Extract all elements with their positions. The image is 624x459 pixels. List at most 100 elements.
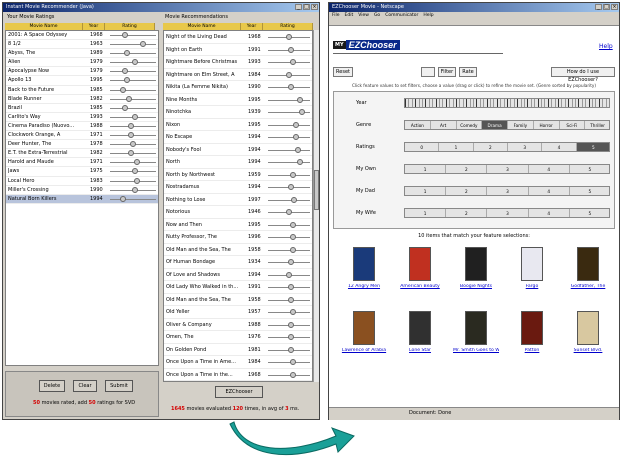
movie-poster[interactable] (353, 311, 375, 345)
feature-segment[interactable]: 3 (487, 187, 529, 195)
recommendation-row[interactable]: Old Lady Who Walked in th... 1991 (164, 281, 312, 294)
rating-slider-track[interactable] (268, 62, 310, 63)
rating-row[interactable]: 8 1/2 1963 (6, 40, 158, 50)
rating-slider-thumb[interactable] (132, 59, 138, 66)
rating-slider-thumb[interactable] (289, 359, 296, 365)
feature-segment[interactable]: 5 (570, 165, 609, 173)
recommendation-row[interactable]: Once Upon a Time in the... 1968 (164, 369, 312, 381)
feature-segment[interactable]: Sci-Fi (560, 121, 586, 129)
feature-segment[interactable]: 2 (446, 187, 488, 195)
feature-segment[interactable]: 4 (542, 143, 577, 151)
recommendation-row[interactable]: Once Upon a Time in Ame... 1984 (164, 356, 312, 369)
col-movie-name[interactable]: Movie Name (163, 23, 241, 30)
feature-segment[interactable]: 0 (405, 143, 440, 151)
rating-slider-thumb[interactable] (287, 321, 294, 328)
rating-slider-thumb[interactable] (289, 234, 296, 240)
recommendation-row[interactable]: North by Northwest 1959 (164, 169, 312, 181)
recommendation-row[interactable]: On Golden Pond 1981 (164, 344, 312, 356)
rating-row[interactable]: Back to the Future 1985 (6, 86, 158, 95)
movie-title-link[interactable]: Sunset Blvd. (565, 348, 611, 353)
rating-row[interactable]: Miller's Crossing 1990 (6, 186, 158, 195)
recommendation-row[interactable]: Now and Then 1995 (164, 219, 312, 231)
rating-slider-thumb[interactable] (287, 334, 294, 340)
rating-slider-thumb[interactable] (289, 59, 296, 65)
feature-segment[interactable]: 5 (576, 143, 609, 151)
rating-slider-thumb[interactable] (287, 296, 294, 303)
rating-slider-track[interactable] (110, 44, 156, 46)
blank-button[interactable] (421, 67, 435, 77)
rating-slider-track[interactable] (110, 80, 156, 82)
recommendation-row[interactable]: Nikita (La Femme Nikita) 1990 (164, 81, 312, 94)
feature-segment[interactable]: Horror (534, 121, 560, 129)
rating-slider-thumb[interactable] (289, 371, 296, 378)
movie-title-link[interactable]: Patton (509, 348, 555, 353)
reset-button[interactable]: Reset (333, 67, 353, 77)
feature-bar[interactable]: 12345 (404, 164, 610, 174)
rating-slider-track[interactable] (268, 99, 310, 101)
feature-segment[interactable]: 1 (439, 143, 474, 151)
feature-segment[interactable]: Drama (482, 121, 508, 129)
rating-slider-thumb[interactable] (287, 346, 294, 353)
rating-slider-thumb[interactable] (287, 184, 294, 190)
delete-button[interactable]: Delete (39, 380, 65, 392)
rating-slider-thumb[interactable] (126, 95, 132, 102)
rating-slider-thumb[interactable] (132, 186, 138, 193)
recommendation-row[interactable]: North 1994 (164, 156, 312, 169)
rating-row[interactable]: Apollo 13 1995 (6, 76, 158, 86)
rating-row[interactable]: Blade Runner 1982 (6, 95, 158, 104)
movie-poster[interactable] (521, 311, 543, 345)
rating-slider-track[interactable] (268, 124, 310, 126)
movie-poster[interactable] (409, 247, 431, 281)
rating-slider-thumb[interactable] (120, 195, 126, 202)
rating-slider-track[interactable] (268, 199, 310, 201)
recommendation-row[interactable]: Oliver & Company 1988 (164, 319, 312, 331)
submit-button[interactable]: Submit (105, 380, 133, 392)
movie-poster[interactable] (577, 247, 599, 281)
rating-slider-track[interactable] (268, 362, 310, 363)
movie-title-link[interactable]: Lawrence of Arabia (341, 348, 387, 353)
rating-slider-track[interactable] (268, 149, 310, 151)
rating-slider-thumb[interactable] (289, 221, 296, 228)
recommendation-row[interactable]: Nothing to Lose 1997 (164, 194, 312, 206)
rating-slider-thumb[interactable] (286, 71, 292, 78)
feature-bar[interactable]: 12345 (404, 208, 610, 218)
feature-segment[interactable]: 2 (474, 143, 508, 151)
rating-slider-thumb[interactable] (289, 246, 296, 253)
menu-item[interactable]: Communicator (385, 13, 418, 18)
feature-segment[interactable]: Art (431, 121, 457, 129)
rating-slider-thumb[interactable] (287, 46, 294, 53)
feature-segment[interactable]: Comedy (457, 121, 483, 129)
menu-item[interactable]: Go (374, 13, 380, 18)
rating-row[interactable]: 2001: A Space Odyssey 1968 (6, 31, 158, 41)
menu-item[interactable]: File (332, 13, 340, 18)
movie-poster[interactable] (521, 247, 543, 281)
menu-item[interactable]: Edit (345, 13, 354, 18)
rating-slider-thumb[interactable] (128, 150, 134, 157)
recommendations-scrollbar[interactable] (313, 30, 319, 382)
rating-row[interactable]: Deer Hunter, The 1978 (6, 140, 158, 150)
rating-slider-thumb[interactable] (132, 168, 138, 175)
rating-row[interactable]: Natural Born Killers 1994 (6, 194, 158, 204)
help-link[interactable]: Help (599, 43, 613, 50)
feature-segment[interactable]: 3 (487, 165, 529, 173)
recommendation-row[interactable]: Nostradamus 1994 (164, 181, 312, 194)
movie-poster[interactable] (353, 247, 375, 281)
rating-slider-thumb[interactable] (122, 104, 128, 111)
recommendation-row[interactable]: Old Man and the Sea, The 1958 (164, 244, 312, 256)
rating-slider-thumb[interactable] (287, 84, 294, 90)
maximize-icon[interactable]: □ (303, 4, 310, 10)
ezchooser-button[interactable]: EZChooser (215, 386, 263, 398)
movie-title-link[interactable]: Godfather, The (565, 284, 611, 289)
rating-slider-track[interactable] (110, 71, 156, 73)
feature-segment[interactable]: 3 (487, 209, 529, 217)
rating-slider-track[interactable] (268, 237, 310, 238)
rating-row[interactable]: Alien 1979 (6, 58, 158, 68)
rating-slider-track[interactable] (110, 35, 156, 36)
movie-title-link[interactable]: Boogie Nights (453, 284, 499, 289)
clear-button[interactable]: Clear (73, 380, 97, 392)
rating-slider-track[interactable] (110, 53, 156, 55)
rating-slider-thumb[interactable] (134, 177, 140, 184)
menu-item[interactable]: Help (423, 13, 433, 18)
minimize-icon[interactable]: _ (295, 4, 302, 10)
recommendation-row[interactable]: Nine Months 1995 (164, 94, 312, 106)
